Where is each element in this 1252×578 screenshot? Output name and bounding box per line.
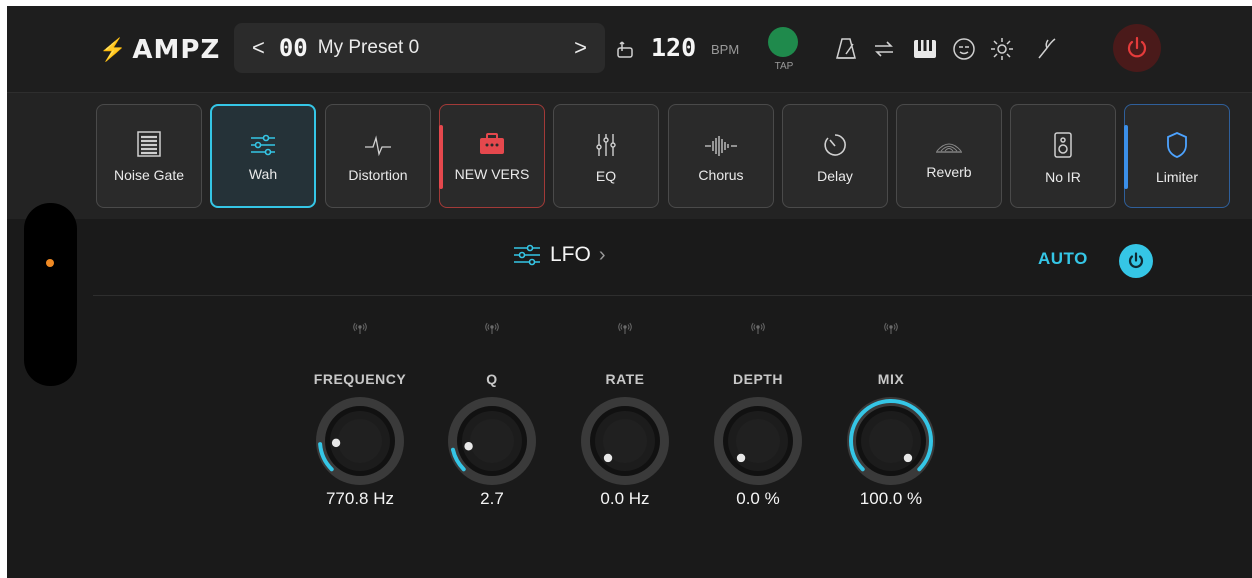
- timer-icon: [822, 132, 848, 158]
- knob-label: DEPTH: [733, 371, 783, 387]
- effect-chain: Noise Gate Wah Distortion NEW VERS EQ Chorus D…: [7, 92, 1252, 219]
- automation-icon[interactable]: [751, 321, 765, 335]
- bpm-value[interactable]: 120: [651, 33, 696, 62]
- effect-slot-chorus[interactable]: Chorus: [668, 104, 774, 208]
- knob-depth[interactable]: DEPTH 0.0 %: [703, 321, 813, 509]
- reverb-icon: [934, 136, 964, 154]
- effect-slot-label: Noise Gate: [113, 167, 185, 183]
- effect-slot-eq[interactable]: EQ: [553, 104, 659, 208]
- tap-label: TAP: [774, 61, 794, 72]
- noise-gate-icon: [137, 131, 161, 157]
- effect-slot-label: Limiter: [1155, 168, 1198, 185]
- metronome-icon[interactable]: [833, 36, 859, 62]
- automation-icon[interactable]: [884, 321, 898, 335]
- speaker-icon: [1053, 131, 1073, 159]
- preset-name[interactable]: My Preset 0: [318, 37, 574, 59]
- effect-slot-reverb[interactable]: Reverb: [896, 104, 1002, 208]
- prev-preset-button[interactable]: <: [252, 35, 265, 61]
- effect-slot-delay[interactable]: Delay: [782, 104, 888, 208]
- auto-label[interactable]: AUTO: [1038, 249, 1088, 269]
- knob-rate[interactable]: RATE 0.0 Hz: [570, 321, 680, 509]
- status-dot: [46, 259, 54, 267]
- loop-icon[interactable]: [871, 36, 897, 62]
- effect-slot-new-vers[interactable]: NEW VERS: [439, 104, 545, 208]
- effect-slot-limiter[interactable]: Limiter: [1124, 104, 1230, 208]
- wave-icon: [704, 135, 738, 157]
- power-icon: [1127, 36, 1147, 58]
- sliders-icon: [514, 244, 540, 266]
- active-indicator: [1124, 125, 1128, 189]
- preset-selector[interactable]: < 00 My Preset 0 >: [234, 23, 605, 73]
- automation-icon[interactable]: [485, 321, 499, 335]
- effect-slot-no-ir[interactable]: No IR: [1010, 104, 1116, 208]
- effect-slot-label: NEW VERS: [454, 166, 530, 182]
- tap-button[interactable]: [768, 27, 798, 57]
- tuner-icon[interactable]: [1033, 36, 1059, 62]
- knob-q[interactable]: Q 2.7: [437, 321, 547, 509]
- waveform-pulse-icon: [364, 134, 392, 157]
- amp-icon: [478, 132, 506, 156]
- knob-value: 0.0 %: [736, 489, 780, 508]
- master-power-button[interactable]: [1113, 24, 1161, 72]
- tap-tempo-icon[interactable]: [615, 39, 635, 59]
- knob-dial[interactable]: [843, 393, 939, 489]
- power-icon: [1128, 252, 1144, 268]
- knob-dial[interactable]: [444, 393, 540, 489]
- knob-dial[interactable]: [710, 393, 806, 489]
- top-bar: ⚡ AMPZ < 00 My Preset 0 > 120 BPM TAP: [7, 6, 1252, 92]
- theater-icon[interactable]: [951, 36, 977, 62]
- next-preset-button[interactable]: >: [574, 35, 587, 61]
- knob-label: Q: [486, 371, 498, 387]
- knob-value: 770.8 Hz: [325, 489, 395, 508]
- eq-icon: [594, 132, 618, 158]
- logo-text: AMPZ: [132, 35, 221, 65]
- app-window: ⚡ AMPZ < 00 My Preset 0 > 120 BPM TAP No…: [7, 6, 1252, 578]
- effect-slot-label: Wah: [248, 165, 278, 182]
- section-bar: LFO › AUTO: [93, 221, 1252, 296]
- knob-dial[interactable]: [577, 393, 673, 489]
- bpm-unit: BPM: [711, 42, 740, 57]
- effect-slot-label: EQ: [595, 167, 617, 184]
- effect-slot-noise-gate[interactable]: Noise Gate: [96, 104, 202, 208]
- effect-slot-wah[interactable]: Wah: [210, 104, 316, 208]
- effect-slot-label: Reverb: [926, 164, 972, 180]
- knob-label: MIX: [877, 371, 905, 387]
- effect-slot-label: Chorus: [698, 166, 744, 183]
- automation-icon[interactable]: [618, 321, 632, 335]
- bolt-icon: ⚡: [99, 37, 127, 62]
- chevron-right-icon: ›: [598, 243, 606, 266]
- knob-mix[interactable]: MIX 100.0 %: [836, 321, 946, 509]
- effect-slot-distortion[interactable]: Distortion: [325, 104, 431, 208]
- side-handle[interactable]: [24, 203, 77, 386]
- lfo-selector[interactable]: LFO ›: [512, 243, 606, 267]
- effect-slot-label: Distortion: [348, 166, 408, 183]
- automation-icon[interactable]: [353, 321, 367, 335]
- knob-label: RATE: [605, 371, 645, 387]
- active-indicator: [439, 125, 443, 189]
- effect-power-button[interactable]: [1119, 244, 1153, 278]
- piano-icon[interactable]: [912, 36, 938, 62]
- knob-frequency[interactable]: FREQUENCY 770.8 Hz: [305, 321, 415, 509]
- sliders-icon: [249, 134, 277, 156]
- logo: ⚡ AMPZ: [99, 35, 220, 65]
- preset-number: 00: [278, 34, 308, 62]
- shield-icon: [1165, 131, 1189, 159]
- gear-icon[interactable]: [989, 36, 1015, 62]
- effect-slot-label: No IR: [1045, 168, 1081, 185]
- effect-slot-label: Delay: [817, 167, 853, 184]
- knob-label: FREQUENCY: [313, 371, 407, 387]
- knob-value: 0.0 Hz: [600, 489, 650, 508]
- knob-dial[interactable]: [312, 393, 408, 489]
- knob-value: 100.0 %: [859, 489, 923, 508]
- section-title: LFO: [550, 243, 591, 266]
- knob-value: 2.7: [480, 489, 504, 508]
